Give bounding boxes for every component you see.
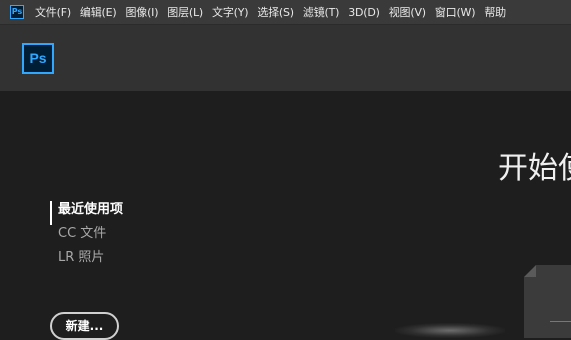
sidebar-item-recent[interactable]: 最近使用项 — [50, 201, 123, 225]
sidebar-item-cc-files[interactable]: CC 文件 — [50, 225, 123, 249]
page-title: 开始使 — [498, 151, 571, 186]
menu-edit[interactable]: 编辑(E) — [80, 4, 117, 20]
sidebar-item-lr-photos[interactable]: LR 照片 — [50, 249, 123, 273]
divider — [550, 321, 571, 322]
home-screen: 开始使 最近使用项 CC 文件 LR 照片 新建... — [0, 91, 571, 340]
new-document-button[interactable]: 新建... — [50, 312, 119, 340]
menu-select[interactable]: 选择(S) — [257, 4, 294, 20]
home-sidebar: 最近使用项 CC 文件 LR 照片 — [50, 201, 123, 273]
menu-file[interactable]: 文件(F) — [35, 4, 71, 20]
decorative-glow — [395, 323, 505, 338]
file-thumbnail[interactable] — [524, 265, 571, 338]
menu-view[interactable]: 视图(V) — [389, 4, 426, 20]
menu-image[interactable]: 图像(I) — [125, 4, 158, 20]
home-header: Ps — [0, 25, 571, 91]
menu-filter[interactable]: 滤镜(T) — [303, 4, 340, 20]
menu-bar: Ps 文件(F) 编辑(E) 图像(I) 图层(L) 文字(Y) 选择(S) 滤… — [0, 0, 571, 25]
menu-window[interactable]: 窗口(W) — [435, 4, 476, 20]
menu-help[interactable]: 帮助 — [484, 4, 506, 20]
page-fold-icon — [524, 265, 536, 277]
photoshop-app-icon[interactable]: Ps — [10, 5, 24, 19]
menu-type[interactable]: 文字(Y) — [212, 4, 249, 20]
photoshop-logo: Ps — [22, 43, 54, 74]
menu-3d[interactable]: 3D(D) — [348, 6, 380, 19]
menu-layer[interactable]: 图层(L) — [167, 4, 203, 20]
